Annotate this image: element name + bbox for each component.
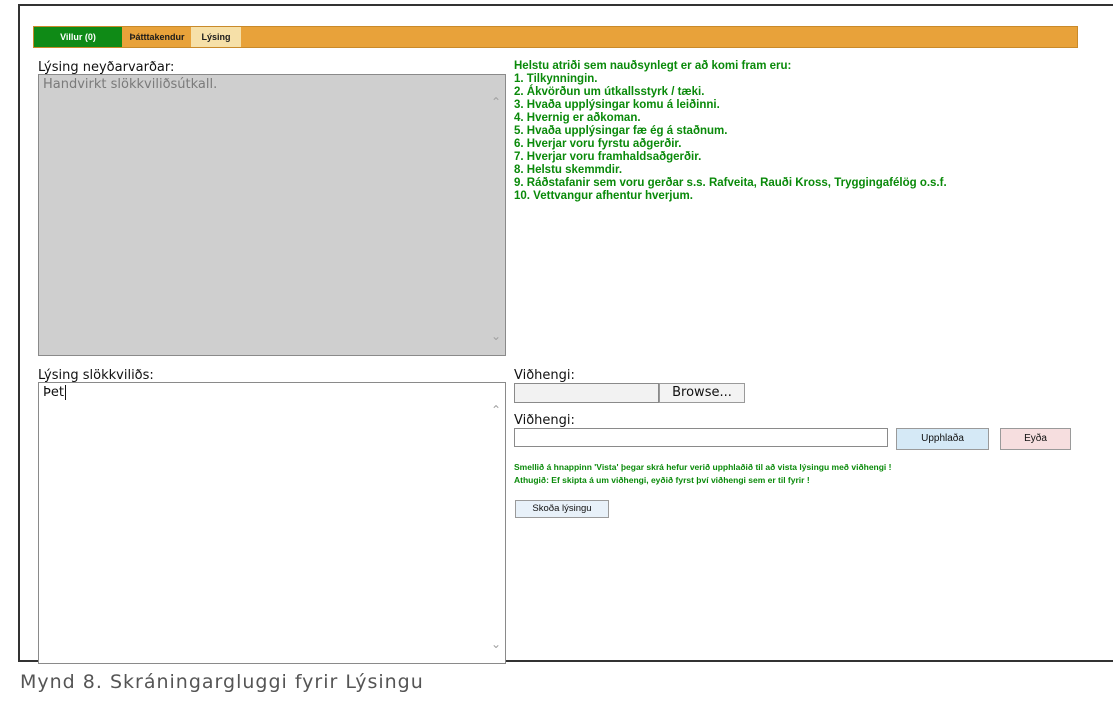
fire-description-label: Lýsing slökkviliðs: [38, 368, 154, 383]
tab-description[interactable]: Lýsing [191, 27, 241, 47]
info-item: 10. Vettvangur afhentur hverjum. [514, 190, 693, 202]
tab-participants[interactable]: Þátttakendur [124, 27, 190, 47]
scroll-down-icon[interactable]: ⌄ [490, 329, 502, 343]
view-description-button[interactable]: Skoða lýsingu [515, 500, 609, 518]
info-item: 2. Ákvörðun um útkallsstyrk / tæki. [514, 86, 705, 98]
figure-caption: Mynd 8. Skráningargluggi fyrir Lýsingu [20, 671, 424, 693]
file-path-field[interactable] [514, 383, 659, 403]
scroll-down-icon[interactable]: ⌄ [490, 637, 502, 651]
save-note: Smellið á hnappinn 'Vista' þegar skrá he… [514, 462, 892, 472]
attachment-input[interactable] [514, 428, 888, 447]
info-item: 1. Tilkynningin. [514, 73, 598, 85]
attachment-label: Viðhengi: [514, 368, 575, 383]
info-item: 8. Helstu skemmdir. [514, 164, 623, 176]
emergency-description-textarea[interactable]: Handvirkt slökkviliðsútkall. ⌃ ⌄ [38, 74, 506, 356]
fire-description-text: Þet [43, 385, 64, 400]
info-item: 5. Hvaða upplýsingar fæ ég á staðnum. [514, 125, 728, 137]
info-panel: Helstu atriði sem nauðsynlegt er að komi… [514, 60, 1074, 203]
tab-bar: Villur (0) Þátttakendur Lýsing [33, 26, 1078, 48]
attachment-label-2: Viðhengi: [514, 413, 575, 428]
upload-button[interactable]: Upphlaða [896, 428, 989, 450]
fire-description-textarea[interactable]: Þet ⌃ ⌄ [38, 382, 506, 664]
info-item: 6. Hverjar voru fyrstu aðgerðir. [514, 138, 682, 150]
text-cursor [64, 385, 66, 400]
replace-note: Athugið: Ef skipta á um viðhengi, eyðið … [514, 475, 810, 485]
emergency-description-label: Lýsing neyðarvarðar: [38, 60, 175, 75]
scroll-up-icon[interactable]: ⌃ [490, 403, 502, 417]
emergency-description-text: Handvirkt slökkviliðsútkall. [43, 77, 218, 92]
info-item: 9. Ráðstafanir sem voru gerðar s.s. Rafv… [514, 177, 947, 189]
info-item: 4. Hvernig er aðkoman. [514, 112, 641, 124]
info-heading: Helstu atriði sem nauðsynlegt er að komi… [514, 60, 792, 72]
info-item: 7. Hverjar voru framhaldsaðgerðir. [514, 151, 702, 163]
tab-errors[interactable]: Villur (0) [34, 27, 122, 47]
scroll-up-icon[interactable]: ⌃ [490, 95, 502, 109]
info-item: 3. Hvaða upplýsingar komu á leiðinni. [514, 99, 720, 111]
browse-button[interactable]: Browse... [659, 383, 745, 403]
delete-button[interactable]: Eyða [1000, 428, 1071, 450]
